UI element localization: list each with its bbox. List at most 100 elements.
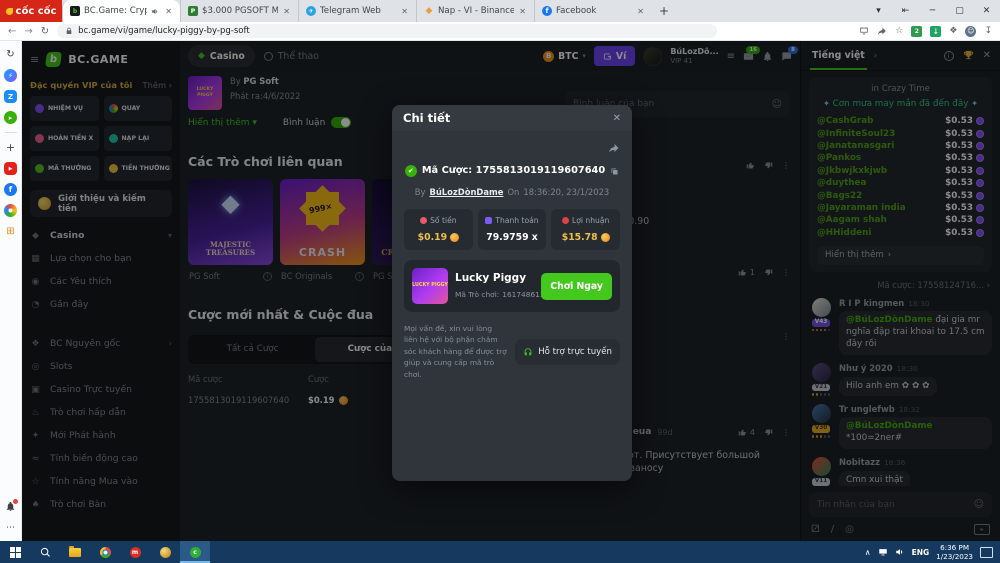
back-icon[interactable]: ← <box>8 26 16 37</box>
headset-icon <box>523 347 533 357</box>
red-app-icon[interactable]: m <box>120 541 150 563</box>
tab-close-icon[interactable]: ✕ <box>400 7 409 16</box>
notification-dot <box>13 499 18 504</box>
tab-close-icon[interactable]: ✕ <box>518 7 527 16</box>
save-to-device-icon[interactable] <box>859 26 869 36</box>
games-icon[interactable]: ▸ <box>4 111 17 124</box>
brand-label: cốc cốc <box>16 6 57 17</box>
share-bet-icon[interactable] <box>608 139 620 155</box>
notification-bell-icon[interactable] <box>4 500 17 513</box>
tab-audio-icon[interactable] <box>151 7 160 16</box>
coccoc-brand-button[interactable]: cốc cốc <box>0 0 62 22</box>
window-controls: ▾ ⇤ ─ ▢ ✕ <box>865 0 1000 22</box>
tab-pgsoft[interactable]: P $3.000 PGSOFT Mid-Week M ✕ <box>180 0 298 22</box>
add-shortcut-icon[interactable]: + <box>4 141 17 154</box>
modal-game-id: Mã Trò chơi: 16174861314... <box>455 289 534 300</box>
screen: cốc cốc b BC.Game: Crypto Casino ✕ P $3.… <box>0 0 1000 563</box>
live-support-button[interactable]: Hỗ trợ trực tuyến <box>515 339 620 365</box>
tab-title: BC.Game: Crypto Casino <box>84 6 147 16</box>
telegram-favicon: ✈ <box>306 6 316 16</box>
keyboard-language[interactable]: ENG <box>912 548 930 557</box>
share-icon[interactable] <box>877 26 887 36</box>
modal-game-thumbnail[interactable]: LUCKY PIGGY <box>412 268 448 304</box>
coin-icon <box>450 233 459 242</box>
clock-date: 1/23/2023 <box>936 552 973 561</box>
taskbar-clock[interactable]: 6:36 PM 1/23/2023 <box>936 543 973 561</box>
tab-search-icon[interactable]: ▾ <box>865 6 892 16</box>
modal-game-box: LUCKY PIGGY Lucky Piggy Mã Trò chơi: 161… <box>404 260 620 312</box>
tab-title: Telegram Web <box>320 6 396 16</box>
lock-icon <box>65 27 73 35</box>
bet-author-link[interactable]: BúLozDònDame <box>429 187 503 197</box>
youtube-icon[interactable]: ▶ <box>4 162 17 175</box>
facebook-favicon: f <box>542 6 552 16</box>
facebook-rail-icon[interactable]: f <box>4 183 17 196</box>
tab-title: Nap - VI - Binance <box>438 6 514 16</box>
coccoc-leaf-icon <box>6 8 13 15</box>
tab-close-icon[interactable]: ✕ <box>164 7 173 16</box>
url-box[interactable]: bc.game/vi/game/lucky-piggy-by-pg-soft <box>57 24 717 38</box>
verified-check-icon: ✔ <box>405 165 417 177</box>
coin-icon <box>601 233 610 242</box>
browser-sphere-icon[interactable] <box>4 204 17 217</box>
new-tab-button[interactable]: + <box>652 0 676 22</box>
binance-favicon: ◆ <box>424 6 434 16</box>
forward-icon[interactable]: → <box>24 26 32 37</box>
history-icon[interactable]: ↻ <box>4 48 17 61</box>
profit-icon <box>562 217 569 224</box>
coccoc-taskbar-icon[interactable]: c <box>180 541 210 563</box>
support-help-text: Mọi vấn đề, xin vui lòng liên hệ với bộ … <box>404 323 507 380</box>
zalo-icon[interactable]: Z <box>4 90 17 103</box>
pgsoft-favicon: P <box>188 6 198 16</box>
bcgame-app: ≡ b BC.GAME Đặc quyền VIP của tôi Thêm ›… <box>22 41 1000 541</box>
panel-toggle-icon[interactable]: ⇤ <box>892 6 919 16</box>
rail-more-icon[interactable]: ⋯ <box>4 521 17 534</box>
address-bar-icons: ☆ 2 ↓ ❖ ☺ ↧ <box>859 26 992 37</box>
modal-title: Chi tiết <box>403 111 450 125</box>
action-center-icon[interactable] <box>980 547 993 558</box>
speaker-icon[interactable] <box>895 547 905 557</box>
taskbar-search-icon[interactable] <box>30 541 60 563</box>
file-explorer-icon[interactable] <box>60 541 90 563</box>
messenger-icon[interactable]: ⚡ <box>4 69 17 82</box>
tab-close-icon[interactable]: ✕ <box>282 7 291 16</box>
play-now-button[interactable]: Chơi Ngay <box>541 273 612 300</box>
tab-telegram[interactable]: ✈ Telegram Web ✕ <box>298 0 416 22</box>
downloads-icon[interactable]: ↧ <box>984 26 992 36</box>
restore-button[interactable]: ▢ <box>946 6 973 16</box>
gold-app-icon[interactable] <box>150 541 180 563</box>
adblock-icon[interactable]: 2 <box>911 26 922 37</box>
profile-icon[interactable]: ☺ <box>965 26 976 37</box>
chrome-icon[interactable] <box>90 541 120 563</box>
bet-id-line: Mã Cược: 1755813019119607640 <box>422 165 605 176</box>
bcgame-favicon: b <box>70 6 80 16</box>
tab-binance[interactable]: ◆ Nap - VI - Binance ✕ <box>416 0 534 22</box>
copy-icon[interactable] <box>610 161 619 180</box>
extensions-icon[interactable]: ❖ <box>949 26 957 36</box>
tab-facebook[interactable]: f Facebook ✕ <box>534 0 652 22</box>
stat-amount: Số tiền $0.19 <box>404 209 473 250</box>
clock-time: 6:36 PM <box>936 543 973 552</box>
payout-icon <box>485 217 492 224</box>
start-button[interactable] <box>0 541 30 563</box>
network-icon[interactable] <box>878 547 888 557</box>
modal-close-icon[interactable]: ✕ <box>613 113 621 124</box>
stat-payout: Thanh toán 79.9759 x <box>478 209 547 250</box>
shopping-cart-icon[interactable]: ⊞ <box>4 225 17 238</box>
browser-side-rail: ↻ ⚡ Z ▸ + ▶ f ⊞ ⋯ <box>0 41 22 541</box>
reload-icon[interactable]: ↻ <box>41 26 49 37</box>
address-bar: ← → ↻ bc.game/vi/game/lucky-piggy-by-pg-… <box>0 22 1000 41</box>
rail-divider <box>5 132 17 133</box>
modal-game-name: Lucky Piggy <box>455 272 534 284</box>
tab-close-icon[interactable]: ✕ <box>636 7 645 16</box>
minimize-button[interactable]: ─ <box>919 6 946 16</box>
tab-title: $3.000 PGSOFT Mid-Week M <box>202 6 278 16</box>
stat-profit: Lợi nhuận $15.78 <box>551 209 620 250</box>
tray-chevron-icon[interactable]: ∧ <box>865 548 871 557</box>
close-window-button[interactable]: ✕ <box>973 6 1000 16</box>
download-manager-icon[interactable]: ↓ <box>930 26 941 37</box>
tab-bcgame[interactable]: b BC.Game: Crypto Casino ✕ <box>62 0 180 22</box>
bookmark-star-icon[interactable]: ☆ <box>895 26 903 36</box>
amount-icon <box>420 217 427 224</box>
bet-details-modal: Chi tiết ✕ ✔ Mã Cược: 175581301911960764… <box>392 105 632 481</box>
